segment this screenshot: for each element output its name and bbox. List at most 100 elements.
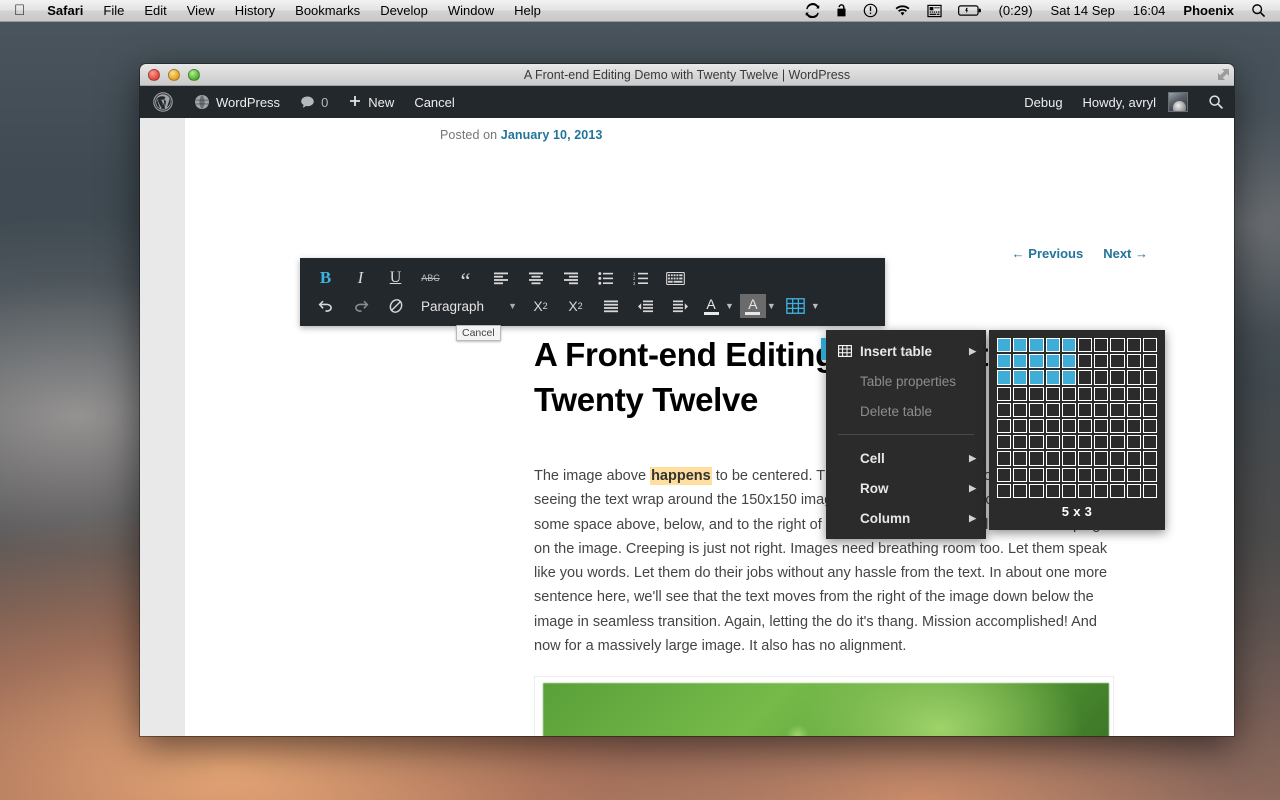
grid-cell-6x10[interactable] bbox=[1078, 483, 1093, 499]
grid-cell-2x8[interactable] bbox=[1013, 451, 1028, 466]
grid-cell-4x9[interactable] bbox=[1045, 467, 1060, 482]
grid-cell-9x2[interactable] bbox=[1126, 354, 1141, 369]
menu-bar-user[interactable]: Phoenix bbox=[1174, 0, 1243, 22]
align-center-button[interactable] bbox=[518, 265, 553, 291]
grid-cell-1x7[interactable] bbox=[997, 435, 1012, 450]
blockquote-button[interactable]: “ bbox=[448, 265, 483, 292]
outdent-button[interactable] bbox=[628, 293, 663, 319]
grid-cell-9x8[interactable] bbox=[1126, 451, 1141, 466]
bold-button[interactable]: B bbox=[308, 265, 343, 291]
grid-cell-3x7[interactable] bbox=[1029, 435, 1044, 450]
subscript-button[interactable]: X2 bbox=[523, 293, 558, 319]
post-featured-image[interactable] bbox=[534, 676, 1114, 736]
menu-bar-date[interactable]: Sat 14 Sep bbox=[1042, 0, 1124, 22]
grid-cell-9x4[interactable] bbox=[1126, 386, 1141, 401]
grid-cell-4x6[interactable] bbox=[1045, 419, 1060, 434]
next-post-link[interactable]: Next → bbox=[1103, 246, 1148, 261]
menu-edit[interactable]: Edit bbox=[134, 0, 176, 22]
grid-cell-4x3[interactable] bbox=[1045, 370, 1060, 385]
input-source-icon[interactable] bbox=[919, 0, 950, 22]
menu-bar-clock[interactable]: 16:04 bbox=[1124, 0, 1175, 22]
clear-formatting-button[interactable] bbox=[378, 293, 413, 319]
grid-cell-1x8[interactable] bbox=[997, 451, 1012, 466]
grid-cell-2x4[interactable] bbox=[1013, 386, 1028, 401]
grid-cell-10x5[interactable] bbox=[1142, 402, 1158, 418]
menu-develop[interactable]: Develop bbox=[370, 0, 438, 22]
grid-cell-10x8[interactable] bbox=[1142, 451, 1158, 466]
grid-cell-1x1[interactable] bbox=[997, 338, 1012, 353]
grid-cell-6x3[interactable] bbox=[1078, 370, 1093, 385]
grid-cell-2x3[interactable] bbox=[1013, 370, 1028, 385]
grid-cell-9x10[interactable] bbox=[1126, 483, 1141, 499]
underline-button[interactable]: U bbox=[378, 265, 413, 291]
toolbar-toggle-button[interactable] bbox=[658, 265, 693, 291]
admin-search-button[interactable] bbox=[1198, 86, 1234, 118]
grid-cell-7x8[interactable] bbox=[1094, 451, 1109, 466]
grid-cell-2x6[interactable] bbox=[1013, 419, 1028, 434]
grid-cell-5x4[interactable] bbox=[1061, 386, 1077, 401]
indent-button[interactable] bbox=[663, 293, 698, 319]
bullet-list-button[interactable] bbox=[588, 265, 623, 291]
time-machine-icon[interactable] bbox=[855, 0, 886, 22]
grid-cell-1x4[interactable] bbox=[997, 386, 1012, 401]
chevron-down-icon[interactable]: ▼ bbox=[724, 301, 740, 311]
grid-cell-7x5[interactable] bbox=[1094, 402, 1109, 418]
grid-cell-9x6[interactable] bbox=[1126, 419, 1141, 434]
chevron-down-icon[interactable]: ▼ bbox=[810, 301, 826, 311]
menu-help[interactable]: Help bbox=[504, 0, 551, 22]
grid-cell-2x10[interactable] bbox=[1013, 483, 1028, 499]
grid-cell-6x1[interactable] bbox=[1078, 338, 1093, 353]
grid-cell-1x3[interactable] bbox=[997, 370, 1012, 385]
menu-item-column[interactable]: Column ▶ bbox=[826, 503, 986, 533]
menu-item-insert-table[interactable]: Insert table ▶ bbox=[826, 336, 986, 366]
grid-cell-7x10[interactable] bbox=[1094, 483, 1109, 499]
grid-cell-3x9[interactable] bbox=[1029, 467, 1044, 482]
grid-cell-7x3[interactable] bbox=[1094, 370, 1109, 385]
menu-file[interactable]: File bbox=[93, 0, 134, 22]
grid-cell-6x2[interactable] bbox=[1078, 354, 1093, 369]
close-button[interactable] bbox=[148, 68, 160, 81]
grid-cell-6x7[interactable] bbox=[1078, 435, 1093, 450]
grid-cell-1x2[interactable] bbox=[997, 354, 1012, 369]
grid-cell-5x9[interactable] bbox=[1061, 467, 1077, 482]
grid-cell-4x7[interactable] bbox=[1045, 435, 1060, 450]
cancel-editing-button[interactable]: Cancel bbox=[404, 86, 464, 118]
grid-cell-8x2[interactable] bbox=[1110, 354, 1125, 369]
grid-cell-5x3[interactable] bbox=[1061, 370, 1077, 385]
spotlight-search-icon[interactable] bbox=[1243, 0, 1274, 22]
grid-cell-10x9[interactable] bbox=[1142, 467, 1158, 482]
grid-cell-1x9[interactable] bbox=[997, 467, 1012, 482]
grid-cell-5x10[interactable] bbox=[1061, 483, 1077, 499]
background-color-button[interactable]: A ▼ bbox=[739, 294, 782, 318]
justify-button[interactable] bbox=[593, 293, 628, 319]
resize-grip-icon[interactable] bbox=[1217, 68, 1230, 81]
grid-cell-8x3[interactable] bbox=[1110, 370, 1125, 385]
wifi-icon[interactable] bbox=[886, 0, 919, 22]
table-button[interactable]: ▼ bbox=[782, 293, 826, 319]
grid-cell-10x7[interactable] bbox=[1142, 435, 1158, 450]
grid-cell-5x5[interactable] bbox=[1061, 402, 1077, 418]
grid-cell-8x1[interactable] bbox=[1110, 338, 1125, 353]
grid-cell-2x5[interactable] bbox=[1013, 402, 1028, 418]
grid-cell-6x8[interactable] bbox=[1078, 451, 1093, 466]
grid-cell-10x4[interactable] bbox=[1142, 386, 1158, 401]
debug-menu[interactable]: Debug bbox=[1014, 86, 1072, 118]
minimize-button[interactable] bbox=[168, 68, 180, 81]
italic-button[interactable]: I bbox=[343, 265, 378, 291]
grid-cell-10x3[interactable] bbox=[1142, 370, 1158, 385]
grid-cell-3x8[interactable] bbox=[1029, 451, 1044, 466]
grid-cell-1x10[interactable] bbox=[997, 483, 1012, 499]
grid-cell-4x4[interactable] bbox=[1045, 386, 1060, 401]
menu-view[interactable]: View bbox=[177, 0, 225, 22]
table-size-grid[interactable] bbox=[997, 338, 1158, 499]
grid-cell-8x4[interactable] bbox=[1110, 386, 1125, 401]
superscript-button[interactable]: X2 bbox=[558, 293, 593, 319]
grid-cell-10x2[interactable] bbox=[1142, 354, 1158, 369]
grid-cell-8x9[interactable] bbox=[1110, 467, 1125, 482]
grid-cell-9x3[interactable] bbox=[1126, 370, 1141, 385]
grid-cell-6x5[interactable] bbox=[1078, 402, 1093, 418]
menu-item-row[interactable]: Row ▶ bbox=[826, 473, 986, 503]
grid-cell-9x1[interactable] bbox=[1126, 338, 1141, 353]
comments-menu[interactable]: 0 bbox=[290, 86, 338, 118]
grid-cell-3x4[interactable] bbox=[1029, 386, 1044, 401]
